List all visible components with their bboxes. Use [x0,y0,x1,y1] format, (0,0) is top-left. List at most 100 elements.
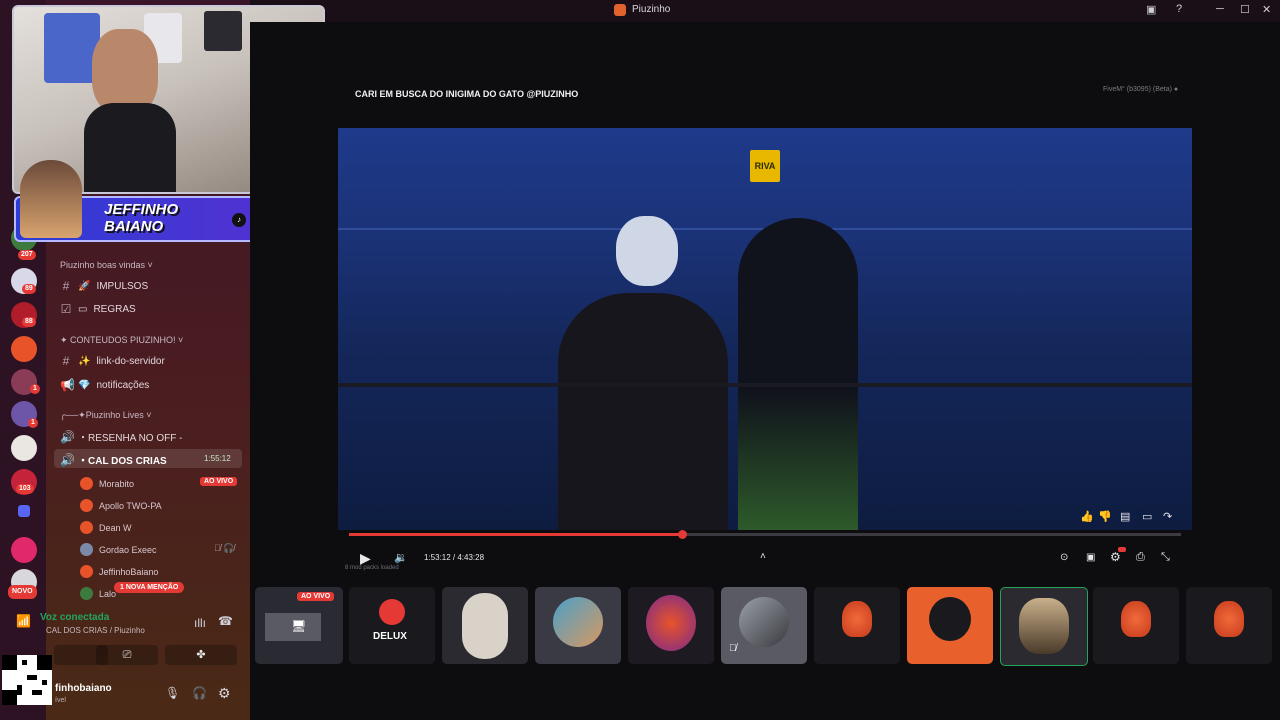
seek-bar-handle[interactable] [677,530,687,539]
close-button[interactable]: ✕ [1262,3,1271,16]
voice-user[interactable]: Morabito [80,477,134,490]
autoplay-toggle[interactable]: ⊙ [1060,552,1068,563]
microphone-icon[interactable]: 🎙 [165,686,180,700]
hash-icon: # [62,279,70,293]
maximize-button[interactable]: ☐ [1240,3,1250,16]
call-timer: 1:55:12 [204,454,231,463]
fire-skull-icon [842,601,872,637]
video-player[interactable]: RIVA 👍 👎 ▤ ▭ ↷ [338,128,1192,530]
rules-icon: ☑ [60,302,72,316]
caricature-avatar [20,160,82,238]
participant-tile[interactable]: DELUX [349,587,435,664]
book-icon: ▭ [78,303,88,315]
channel-impulsos[interactable]: # 🚀 IMPULSOS [60,279,148,293]
subtitles-icon[interactable]: ▣ [1086,552,1095,563]
muted-icon: 🎙̸ [729,643,737,654]
channel-link-do-servidor[interactable]: # ✨ link-do-servidor [60,354,165,368]
participant-tile[interactable] [907,587,993,664]
category-content[interactable]: ✦ CONTEUDOS PIUZINHO! ˅ [60,335,183,346]
settings-gear-icon[interactable]: ⚙ [218,685,231,702]
voice-user[interactable]: Lalo [80,587,116,600]
dislike-icon[interactable]: 👎 [1098,510,1112,523]
fullscreen-exit-icon[interactable]: ⤡ [1161,551,1170,564]
voice-user[interactable]: JeffinhoBaiano [80,565,158,578]
unread-badge: 1 [28,418,38,428]
channel-regras[interactable]: ☑ ▭ REGRAS [60,302,136,316]
unread-badge: 88 [22,317,36,327]
folder-icon[interactable] [18,505,30,517]
voice-user[interactable]: Dean W [80,521,132,534]
muted-icon: 🎙̸ 🎧̸ [214,543,235,553]
voice-user[interactable]: Apollo TWO-PA [80,499,162,512]
channel-cal-dos-crias[interactable]: 🔊 ・CAL DOS CRIAS [60,452,167,468]
activities-button[interactable]: ✤ [165,645,237,665]
seek-bar[interactable] [349,530,1181,539]
like-icon[interactable]: 👍 [1080,510,1094,523]
mods-loaded-text: 8 mod packs loaded [345,565,399,571]
fire-skull-icon [1121,601,1151,637]
avatar [739,597,789,647]
railing [338,383,1192,387]
volume-icon[interactable]: 🔉 [394,551,408,564]
participant-tile-speaking[interactable] [1000,587,1088,666]
frame-decor [204,11,242,51]
participant-tile[interactable] [1093,587,1179,664]
unread-badge: 103 [16,484,34,494]
avatar [80,499,93,512]
streamer-body [84,103,176,192]
seek-bar-progress [349,533,682,536]
participant-tile[interactable] [628,587,714,664]
voice-status-channel[interactable]: CAL DOS CRIAS / Piuzinho [46,626,145,635]
participant-tile[interactable] [1186,587,1272,664]
headphones-icon[interactable]: 🎧 [192,686,207,700]
participant-tile[interactable] [442,587,528,664]
category-lives[interactable]: ╭──✦Piuzinho Lives ˅ [60,410,152,421]
avatar [80,521,93,534]
comment-icon[interactable]: ▤ [1120,510,1130,523]
settings-gear-icon[interactable]: ⚙ [1110,550,1121,564]
fire-skull-icon [1214,601,1244,637]
voice-status-title: Voz conectada [40,612,110,623]
unread-badge: 207 [18,250,36,260]
user-status: ível [55,697,66,704]
share-icon[interactable]: ↷ [1163,510,1172,523]
cast-icon[interactable]: ⎙ [1136,551,1145,564]
qr-code [2,655,52,705]
screen-share-button[interactable]: ⎚ [96,645,158,665]
avatar [1019,598,1069,654]
hash-icon: # [62,354,70,368]
channel-resenha[interactable]: 🔊 ・RESENHA NO OFF - [60,429,182,445]
participant-tile[interactable]: 🎙̸ [721,587,807,664]
avatar [80,565,93,578]
sparkle-icon: ✨ [78,355,91,367]
rocket-icon: 🚀 [78,280,91,292]
chevron-up-icon[interactable]: ˄ [760,551,766,562]
soundwave-icon[interactable]: ıllı [194,616,206,630]
speaker-icon: 🔊 [60,429,75,444]
chat-icon[interactable]: ▭ [1142,510,1152,523]
time-display: 1:53:12 / 4:43:28 [424,553,485,562]
category-welcome[interactable]: Piuzinho boas vindas ˅ [60,260,153,270]
character-male-head [616,216,678,286]
server-icon[interactable] [11,435,37,461]
new-badge: NOVO [8,585,37,599]
live-badge: AO VIVO [200,477,238,486]
disconnect-icon[interactable]: ☎ [218,614,233,628]
help-icon[interactable]: ? [1176,3,1182,15]
voice-user[interactable]: Gordao Exeec [80,543,157,556]
fire-skull-icon [929,597,971,641]
window-title: Piuzinho [632,4,671,15]
unread-badge: 89 [22,284,36,294]
fire-skull-server-icon[interactable] [11,336,37,362]
delux-logo-icon [379,599,405,625]
app-icon [614,4,626,16]
screen-share-icon[interactable]: ▣ [1146,3,1156,16]
channel-notificacoes[interactable]: 📢 💎 notificações [60,378,149,392]
minimize-button[interactable]: ─ [1216,3,1224,15]
participant-tile[interactable] [535,587,621,664]
username[interactable]: finhobaiano [55,683,112,694]
avatar [553,597,603,647]
server-icon[interactable] [11,537,37,563]
new-mention-badge[interactable]: 1 NOVA MENÇÃO [114,582,185,593]
participant-tile[interactable] [814,587,900,664]
